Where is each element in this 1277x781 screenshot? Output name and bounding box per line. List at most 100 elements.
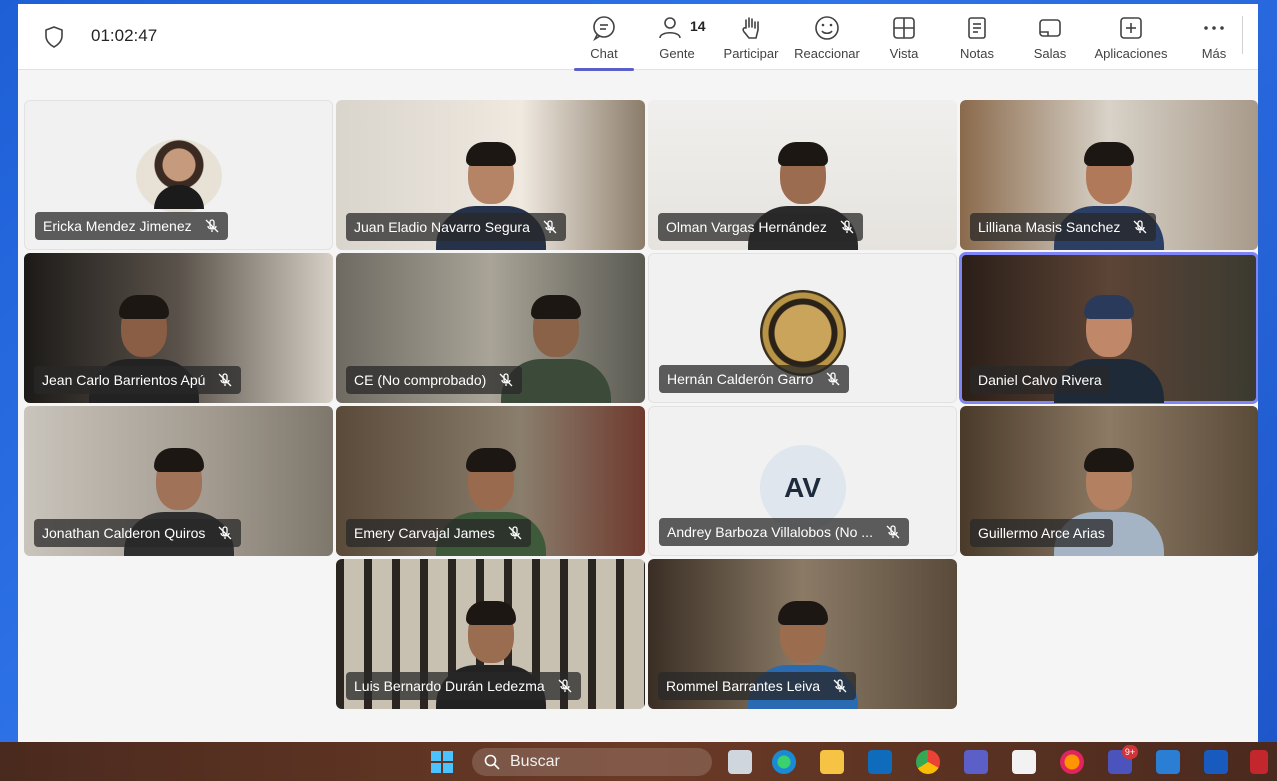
more-label: Más: [1201, 46, 1227, 61]
participant-video: [500, 283, 611, 403]
participant-name: Guillermo Arce Arias: [978, 525, 1105, 541]
participant-name-tag: Daniel Calvo Rivera: [970, 366, 1110, 394]
toolbar-separator: [1242, 16, 1243, 54]
participant-name: Jean Carlo Barrientos Apú: [42, 372, 206, 388]
mic-muted-icon: [558, 679, 572, 693]
participant-name-tag: Rommel Barrantes Leiva: [658, 672, 857, 700]
people-label: Gente: [659, 46, 695, 61]
participant-tile[interactable]: Jonathan Calderon Quiros: [24, 406, 333, 556]
app-window-icon[interactable]: [1156, 750, 1180, 774]
participant-tile[interactable]: Juan Eladio Navarro Segura: [336, 100, 645, 250]
apps-label: Aplicaciones: [1094, 46, 1168, 61]
mic-muted-icon: [886, 525, 900, 539]
mic-muted-icon: [543, 220, 557, 234]
task-view-icon[interactable]: [728, 750, 752, 774]
participant-name: Luis Bernardo Durán Ledezma: [354, 678, 545, 694]
participant-tile[interactable]: Jean Carlo Barrientos Apú: [24, 253, 333, 403]
firefox-icon[interactable]: [1060, 750, 1084, 774]
people-icon: [659, 17, 681, 39]
react-button[interactable]: Reaccionar: [792, 10, 862, 68]
apps-button[interactable]: Aplicaciones: [1090, 10, 1172, 68]
participant-tile[interactable]: Guillermo Arce Arias: [960, 406, 1258, 556]
view-button[interactable]: Vista: [884, 10, 924, 68]
rooms-label: Salas: [1033, 46, 1067, 61]
taskbar-search[interactable]: Buscar: [472, 748, 712, 776]
participant-name: CE (No comprobado): [354, 372, 487, 388]
mic-muted-icon: [840, 220, 854, 234]
chat-label: Chat: [590, 46, 618, 61]
participant-name-tag: Juan Eladio Navarro Segura: [346, 213, 566, 241]
participant-name-tag: Hernán Calderón Garro: [659, 365, 850, 393]
mic-muted-icon: [1133, 220, 1147, 234]
mic-muted-icon: [826, 372, 840, 386]
people-count: 14: [690, 18, 706, 34]
mic-muted-icon: [218, 526, 232, 540]
react-label: Reaccionar: [794, 46, 860, 61]
meeting-top-bar: 01:02:47 Chat 14 Gente Participar Reacci…: [18, 4, 1258, 71]
chat-button[interactable]: Chat: [574, 10, 634, 71]
participant-name-tag: Ericka Mendez Jimenez: [35, 212, 228, 240]
participant-name-tag: Lilliana Masis Sanchez: [970, 213, 1157, 241]
participant-name: Andrey Barboza Villalobos (No ...: [667, 524, 873, 540]
participant-tile[interactable]: Emery Carvajal James: [336, 406, 645, 556]
teams-meeting-window: 01:02:47 Chat 14 Gente Participar Reacci…: [18, 4, 1258, 742]
participant-name: Jonathan Calderon Quiros: [42, 525, 206, 541]
shield-icon[interactable]: [44, 26, 64, 48]
mic-muted-icon: [218, 373, 232, 387]
participant-name-tag: Olman Vargas Hernández: [658, 213, 863, 241]
emoji-icon: [815, 16, 839, 40]
participant-tile[interactable]: AV Andrey Barboza Villalobos (No ...: [648, 406, 957, 556]
participant-tile[interactable]: Rommel Barrantes Leiva: [648, 559, 957, 709]
file-explorer-icon[interactable]: [820, 750, 844, 774]
participant-name-tag: Jean Carlo Barrientos Apú: [34, 366, 242, 394]
notes-button[interactable]: Notas: [956, 10, 998, 68]
participant-name-tag: Luis Bernardo Durán Ledezma: [346, 672, 581, 700]
chrome-icon[interactable]: [916, 750, 940, 774]
notes-label: Notas: [960, 46, 994, 61]
participant-tile[interactable]: Luis Bernardo Durán Ledezma: [336, 559, 645, 709]
chat-icon: [593, 16, 615, 42]
search-icon: [484, 754, 500, 770]
participant-name: Hernán Calderón Garro: [667, 371, 814, 387]
participant-name-tag: Emery Carvajal James: [346, 519, 531, 547]
app-icon[interactable]: [1250, 750, 1268, 774]
mic-muted-icon: [833, 679, 847, 693]
word-icon[interactable]: [1204, 750, 1228, 774]
mic-muted-icon: [499, 373, 513, 387]
more-icon: [1204, 26, 1224, 30]
mic-muted-icon: [205, 219, 219, 233]
rooms-button[interactable]: Salas: [1030, 10, 1070, 68]
document-icon[interactable]: [1012, 750, 1036, 774]
view-label: Vista: [889, 46, 919, 61]
participant-name: Emery Carvajal James: [354, 525, 495, 541]
people-button[interactable]: 14 Gente: [652, 10, 706, 68]
participant-name: Lilliana Masis Sanchez: [978, 219, 1121, 235]
participant-tile[interactable]: Olman Vargas Hernández: [648, 100, 957, 250]
raise-hand-button[interactable]: Participar: [720, 10, 782, 68]
participant-name: Ericka Mendez Jimenez: [43, 218, 192, 234]
windows-start-icon[interactable]: [430, 750, 454, 774]
participant-tile[interactable]: CE (No comprobado): [336, 253, 645, 403]
participant-tile[interactable]: Lilliana Masis Sanchez: [960, 100, 1258, 250]
mic-muted-icon: [508, 526, 522, 540]
search-label: Buscar: [510, 753, 560, 770]
outlook-icon[interactable]: [868, 750, 892, 774]
participant-avatar: [135, 139, 222, 213]
teams-icon[interactable]: [964, 750, 988, 774]
participant-tile-speaking[interactable]: Daniel Calvo Rivera: [959, 252, 1258, 404]
grid-icon: [893, 17, 915, 39]
notes-icon: [968, 17, 986, 39]
rooms-icon: [1039, 19, 1061, 37]
edge-icon[interactable]: [772, 750, 796, 774]
meeting-timer: 01:02:47: [91, 26, 158, 45]
participant-name-tag: Guillermo Arce Arias: [970, 519, 1113, 547]
windows-taskbar: Buscar 9+: [0, 742, 1277, 781]
participant-tile[interactable]: Hernán Calderón Garro: [648, 253, 957, 403]
participant-name-tag: Jonathan Calderon Quiros: [34, 519, 242, 547]
add-app-icon: [1120, 17, 1142, 39]
active-tab-indicator: [574, 68, 634, 71]
participant-name-tag: CE (No comprobado): [346, 366, 523, 394]
participant-tile[interactable]: Ericka Mendez Jimenez: [24, 100, 333, 250]
more-button[interactable]: Más: [1198, 10, 1230, 68]
participant-name: Juan Eladio Navarro Segura: [354, 219, 530, 235]
